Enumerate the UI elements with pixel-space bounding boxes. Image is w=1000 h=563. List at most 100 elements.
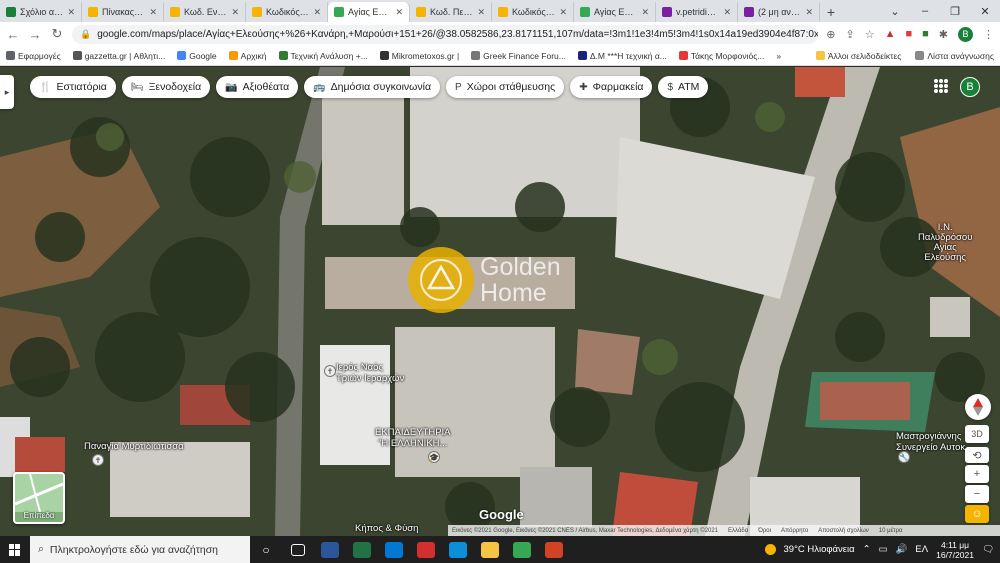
- tab-close-icon[interactable]: ✕: [67, 7, 75, 18]
- chrome-icon[interactable]: [506, 536, 538, 563]
- excel-icon[interactable]: [346, 536, 378, 563]
- clock[interactable]: 4:11 μμ 16/7/2021: [936, 540, 974, 560]
- attribution-item[interactable]: Αποστολή σχολίων: [818, 528, 869, 534]
- back-icon[interactable]: ←: [6, 27, 20, 42]
- language-indicator[interactable]: ΕΛ: [915, 544, 928, 555]
- lock-icon[interactable]: 🔒: [80, 29, 91, 40]
- address-bar[interactable]: 🔒 google.com/maps/place/Αγίας+Ελεούσης+%…: [72, 24, 819, 44]
- tab-close-icon[interactable]: ✕: [149, 7, 157, 18]
- church-pin-icon-2[interactable]: ✝: [92, 454, 104, 466]
- network-icon[interactable]: ▭: [879, 544, 888, 555]
- tilt-3d-button[interactable]: 3D: [965, 425, 989, 443]
- start-button[interactable]: [0, 536, 30, 563]
- profile-avatar[interactable]: B: [958, 26, 973, 42]
- tab-close-icon[interactable]: ✕: [723, 7, 731, 18]
- compass-icon[interactable]: [965, 394, 991, 420]
- zoom-out-button[interactable]: −: [965, 485, 989, 503]
- browser-tab[interactable]: Αγίας Ελεο...✕: [574, 2, 656, 22]
- tab-close-icon[interactable]: ✕: [231, 7, 239, 18]
- taskview-icon[interactable]: [282, 536, 314, 563]
- extension-green-icon[interactable]: ■: [922, 28, 929, 40]
- word-icon[interactable]: [314, 536, 346, 563]
- bookmarks-overflow[interactable]: »: [776, 51, 781, 61]
- attribution-item[interactable]: 10 μέτρα: [879, 528, 903, 534]
- church-label-myrtidiotissa[interactable]: Παναγία Μυρτιδιώτισσα: [84, 441, 184, 452]
- pdf-extension-icon[interactable]: ▲: [885, 28, 896, 40]
- taskbar-search[interactable]: ⌕ Πληκτρολογήστε εδώ για αναζήτηση: [30, 536, 250, 563]
- church-label-trion-ierarchon[interactable]: Ιερός Ναός Τριών Ιεραρχών: [336, 362, 404, 384]
- browser-tab[interactable]: Σχόλιο αγο...✕: [0, 2, 82, 22]
- reading-list[interactable]: Λίστα ανάγνωσης: [915, 51, 994, 61]
- school-label[interactable]: ΕΚΠΑΙΔΕΥΤΗΡΙΑ "Η ΕΛΛΗΝΙΚΗ...: [375, 427, 451, 449]
- tab-close-icon[interactable]: ✕: [805, 7, 813, 18]
- account-avatar[interactable]: B: [960, 77, 980, 97]
- bookmark-item[interactable]: Δ.Μ ***Η τεχνική α...: [577, 51, 667, 61]
- share-icon[interactable]: ⇪: [845, 28, 854, 41]
- tab-close-icon[interactable]: ✕: [395, 7, 403, 18]
- edge-icon[interactable]: [442, 536, 474, 563]
- browser-tab[interactable]: v.petridis@...✕: [656, 2, 738, 22]
- explorer-icon[interactable]: [474, 536, 506, 563]
- cortana-icon[interactable]: ○: [250, 536, 282, 563]
- tab-close-icon[interactable]: ✕: [477, 7, 485, 18]
- bookmark-item[interactable]: Mikrometoxos.gr |: [379, 51, 459, 61]
- layers-toggle[interactable]: Επίπεδα: [13, 472, 65, 524]
- zoom-in-button[interactable]: +: [965, 465, 989, 483]
- bookmark-item[interactable]: Τεχνική Ανάλυση +...: [278, 51, 368, 61]
- forward-icon[interactable]: →: [28, 27, 42, 42]
- pegman-rotate-icon[interactable]: ⟲: [965, 447, 989, 463]
- minimize-button[interactable]: –: [910, 5, 940, 17]
- tab-close-icon[interactable]: ✕: [641, 7, 649, 18]
- attribution-item[interactable]: Ελλάδα: [728, 528, 748, 534]
- tab-close-icon[interactable]: ✕: [559, 7, 567, 18]
- browser-tab[interactable]: Πίνακας ελ...✕: [82, 2, 164, 22]
- chip-camera[interactable]: 📷 Αξιοθέατα: [216, 76, 299, 98]
- browser-tab[interactable]: Αγίας Ελεο...✕: [328, 2, 410, 22]
- chip-parking[interactable]: P Χώροι στάθμευσης: [446, 76, 565, 98]
- volume-icon[interactable]: 🔊: [896, 544, 908, 555]
- bookmark-item[interactable]: Εφαρμογές: [6, 51, 61, 61]
- extension-red-icon[interactable]: ■: [905, 28, 912, 40]
- maximize-button[interactable]: ❐: [940, 5, 970, 18]
- browser-tab[interactable]: Κωδικός Αν...✕: [492, 2, 574, 22]
- install-icon[interactable]: ⊕: [826, 28, 835, 41]
- attribution-item[interactable]: Απόρρητο: [781, 528, 808, 534]
- reload-icon[interactable]: ↻: [50, 26, 64, 42]
- notifications-icon[interactable]: 🗨: [982, 544, 994, 555]
- new-tab-button[interactable]: +: [820, 2, 842, 22]
- browser-tab[interactable]: Κωδικός Αν...✕: [246, 2, 328, 22]
- workshop-label[interactable]: Μαστρογιάννης Συνεργείο Αυτοκ...: [896, 431, 973, 453]
- bookmark-item[interactable]: Greek Finance Foru...: [471, 51, 566, 61]
- close-window-button[interactable]: ✕: [970, 5, 1000, 18]
- browser-tab[interactable]: Κωδ. Πελάτ...✕: [410, 2, 492, 22]
- chip-atm[interactable]: $ ATM: [658, 76, 709, 98]
- tab-close-icon[interactable]: ✕: [313, 7, 321, 18]
- anydesk-icon[interactable]: [410, 536, 442, 563]
- attribution-item[interactable]: Όροι: [758, 528, 771, 534]
- browser-tab[interactable]: (2 μη αναγ...✕: [738, 2, 820, 22]
- school-pin-icon[interactable]: 🎓: [428, 451, 440, 463]
- chip-restaurant[interactable]: 🍴 Εστιατόρια: [30, 76, 116, 98]
- chip-pharmacy[interactable]: ✚ Φαρμακεία: [570, 76, 653, 98]
- weather-text[interactable]: 39°C Ηλιοφάνεια: [784, 544, 855, 555]
- church-label-agias-eleousis[interactable]: Ι.Ν. Παλυδρόσου Αγίας Ελεούσης: [918, 223, 972, 263]
- satellite-map[interactable]: ▸ 🍴 Εστιατόρια 🛏 Ξενοδοχεία 📷 Αξιοθέατα 🚌 Δημόσ…: [0, 67, 1000, 536]
- tab-search-icon[interactable]: ⌄: [880, 5, 910, 18]
- menu-icon[interactable]: ⋮: [983, 28, 994, 41]
- chip-transit[interactable]: 🚌 Δημόσια συγκοινωνία: [304, 76, 441, 98]
- bookmark-star-icon[interactable]: ☆: [865, 28, 875, 41]
- bookmark-item[interactable]: Google: [177, 51, 217, 61]
- weather-sun-icon[interactable]: [764, 544, 776, 555]
- bookmark-item[interactable]: Αρχική: [228, 51, 267, 61]
- garden-label[interactable]: Κήπος & Φύση: [355, 523, 418, 534]
- chip-hotel[interactable]: 🛏 Ξενοδοχεία: [121, 76, 211, 98]
- car-repair-pin-icon[interactable]: 🔧: [898, 451, 910, 463]
- bookmark-item[interactable]: Τάκης Μορφονιός...: [678, 51, 764, 61]
- extensions-icon[interactable]: ✱: [939, 28, 948, 41]
- photos-icon[interactable]: [378, 536, 410, 563]
- tray-chevron-icon[interactable]: ⌃: [863, 544, 871, 555]
- powerpoint-icon[interactable]: [538, 536, 570, 563]
- church-pin-icon[interactable]: ✝: [324, 365, 336, 377]
- bookmark-item[interactable]: gazzetta.gr | Αθλητι...: [72, 51, 165, 61]
- collapse-panel-button[interactable]: ▸: [0, 75, 14, 109]
